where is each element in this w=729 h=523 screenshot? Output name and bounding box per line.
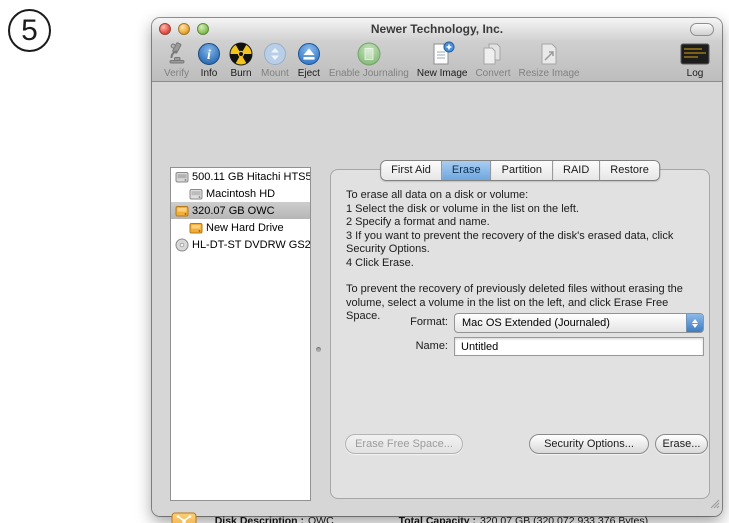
erase-free-space-button: Erase Free Space...	[345, 434, 463, 454]
device-row-hitachi[interactable]: 500.11 GB Hitachi HTS54...	[171, 168, 310, 185]
info-label: Disk Description :	[214, 515, 304, 523]
device-row-macintosh-hd[interactable]: Macintosh HD	[171, 185, 310, 202]
toolbar-burn-button[interactable]: Burn	[229, 41, 253, 79]
device-row-label: Macintosh HD	[206, 187, 276, 200]
toolbar-new-image-button[interactable]: New Image	[416, 41, 468, 79]
toolbar-mount-label: Mount	[261, 68, 289, 79]
log-icon	[680, 41, 710, 67]
external-volume-icon	[188, 221, 203, 235]
device-row-owc[interactable]: 320.07 GB OWC	[171, 202, 310, 219]
info-value: 320.07 GB (320,072,933,376 Bytes)	[480, 515, 649, 523]
tab-erase[interactable]: Erase	[441, 161, 492, 180]
toolbar-eject-button[interactable]: Eject	[297, 41, 321, 79]
tab-bar: First Aid Erase Partition RAID Restore	[380, 160, 660, 181]
toolbar-enable-journaling-label: Enable Journaling	[328, 68, 409, 79]
optical-drive-icon	[174, 238, 189, 252]
window-title: Newer Technology, Inc.	[370, 22, 504, 36]
convert-icon	[480, 41, 506, 67]
erase-step-1: 1 Select the disk or volume in the list …	[346, 202, 579, 215]
toolbar-info-label: Info	[200, 68, 218, 79]
new-image-icon	[429, 41, 455, 67]
disk-info-right: Total Capacity : 320.07 GB (320,072,933,…	[322, 514, 649, 523]
svg-text:i: i	[207, 48, 211, 63]
erase-intro: To erase all data on a disk or volume:	[346, 189, 529, 201]
erase-panel: First Aid Erase Partition RAID Restore T…	[330, 160, 710, 499]
titlebar[interactable]: Newer Technology, Inc.	[152, 18, 722, 40]
toolbar-log-label: Log	[686, 68, 704, 79]
popup-stepper-icon	[686, 314, 703, 332]
erase-step-4: 4 Click Erase.	[346, 256, 414, 269]
toolbar-log-button[interactable]: Log	[680, 41, 710, 79]
resize-grip[interactable]	[708, 496, 720, 514]
format-popup[interactable]: Mac OS Extended (Journaled)	[454, 313, 704, 333]
info-row: Total Capacity : 320.07 GB (320,072,933,…	[322, 514, 649, 523]
security-options-button[interactable]: Security Options...	[529, 434, 649, 454]
info-label: Total Capacity :	[398, 515, 476, 523]
toolbar-resize-image-button: Resize Image	[518, 41, 580, 79]
content-area: 500.11 GB Hitachi HTS54... Macintosh HD …	[152, 82, 722, 523]
toolbar-new-image-label: New Image	[416, 68, 468, 79]
device-row-label: 320.07 GB OWC	[192, 204, 275, 217]
internal-disk-icon	[174, 170, 189, 184]
tab-restore[interactable]: Restore	[600, 161, 659, 180]
resize-image-icon	[536, 41, 562, 67]
toolbar-enable-journaling-button: Enable Journaling	[329, 41, 409, 79]
erase-step-2: 2 Specify a format and name.	[346, 216, 490, 228]
toolbar: Verify i Info Burn Mount Eject Enable Jo…	[152, 40, 722, 82]
erase-step-3: 3 If you want to prevent the recovery of…	[346, 229, 674, 256]
firewire-drive-icon	[170, 511, 198, 523]
enable-journaling-icon	[356, 41, 382, 67]
toolbar-convert-button: Convert	[475, 41, 510, 79]
tab-first-aid[interactable]: First Aid	[381, 161, 442, 180]
tab-partition[interactable]: Partition	[491, 161, 554, 180]
mount-icon	[263, 41, 287, 67]
internal-volume-icon	[188, 187, 203, 201]
device-row-new-hard-drive[interactable]: New Hard Drive	[171, 219, 310, 236]
burn-icon	[229, 41, 253, 67]
info-panel: ? Disk Description : OWC Connection Bus …	[152, 501, 722, 523]
format-label: Format:	[410, 316, 448, 328]
device-row-dvdrw[interactable]: HL-DT-ST DVDRW GS21N	[171, 236, 310, 253]
splitter-handle[interactable]	[316, 347, 321, 352]
info-icon: i	[197, 41, 221, 67]
eject-icon	[297, 41, 321, 67]
device-list: 500.11 GB Hitachi HTS54... Macintosh HD …	[170, 167, 311, 501]
toolbar-resize-image-label: Resize Image	[518, 68, 580, 79]
name-input[interactable]	[454, 337, 704, 356]
format-popup-value: Mac OS Extended (Journaled)	[462, 317, 610, 329]
figure-number-badge: 5	[8, 9, 51, 52]
toolbar-toggle-button[interactable]	[690, 23, 714, 36]
tab-raid[interactable]: RAID	[553, 161, 601, 180]
name-label: Name:	[415, 340, 448, 352]
toolbar-mount-button: Mount	[261, 41, 289, 79]
toolbar-burn-label: Burn	[230, 68, 252, 79]
toolbar-verify-button: Verify	[164, 41, 189, 79]
external-disk-icon	[174, 204, 189, 218]
toolbar-convert-label: Convert	[475, 68, 511, 79]
microscope-icon	[165, 41, 189, 67]
device-row-label: HL-DT-ST DVDRW GS21N	[192, 238, 311, 251]
toolbar-eject-label: Eject	[297, 68, 320, 79]
toolbar-info-button[interactable]: i Info	[197, 41, 221, 79]
erase-button[interactable]: Erase...	[655, 434, 708, 454]
page: 5 Newer Technology, Inc. Verify i Info B…	[0, 0, 729, 523]
device-row-label: 500.11 GB Hitachi HTS54...	[192, 170, 311, 183]
erase-instructions: To erase all data on a disk or volume: 1…	[346, 189, 701, 324]
disk-utility-window: Newer Technology, Inc. Verify i Info Bur…	[152, 18, 722, 523]
toolbar-verify-label: Verify	[164, 68, 190, 79]
device-row-label: New Hard Drive	[206, 221, 284, 234]
